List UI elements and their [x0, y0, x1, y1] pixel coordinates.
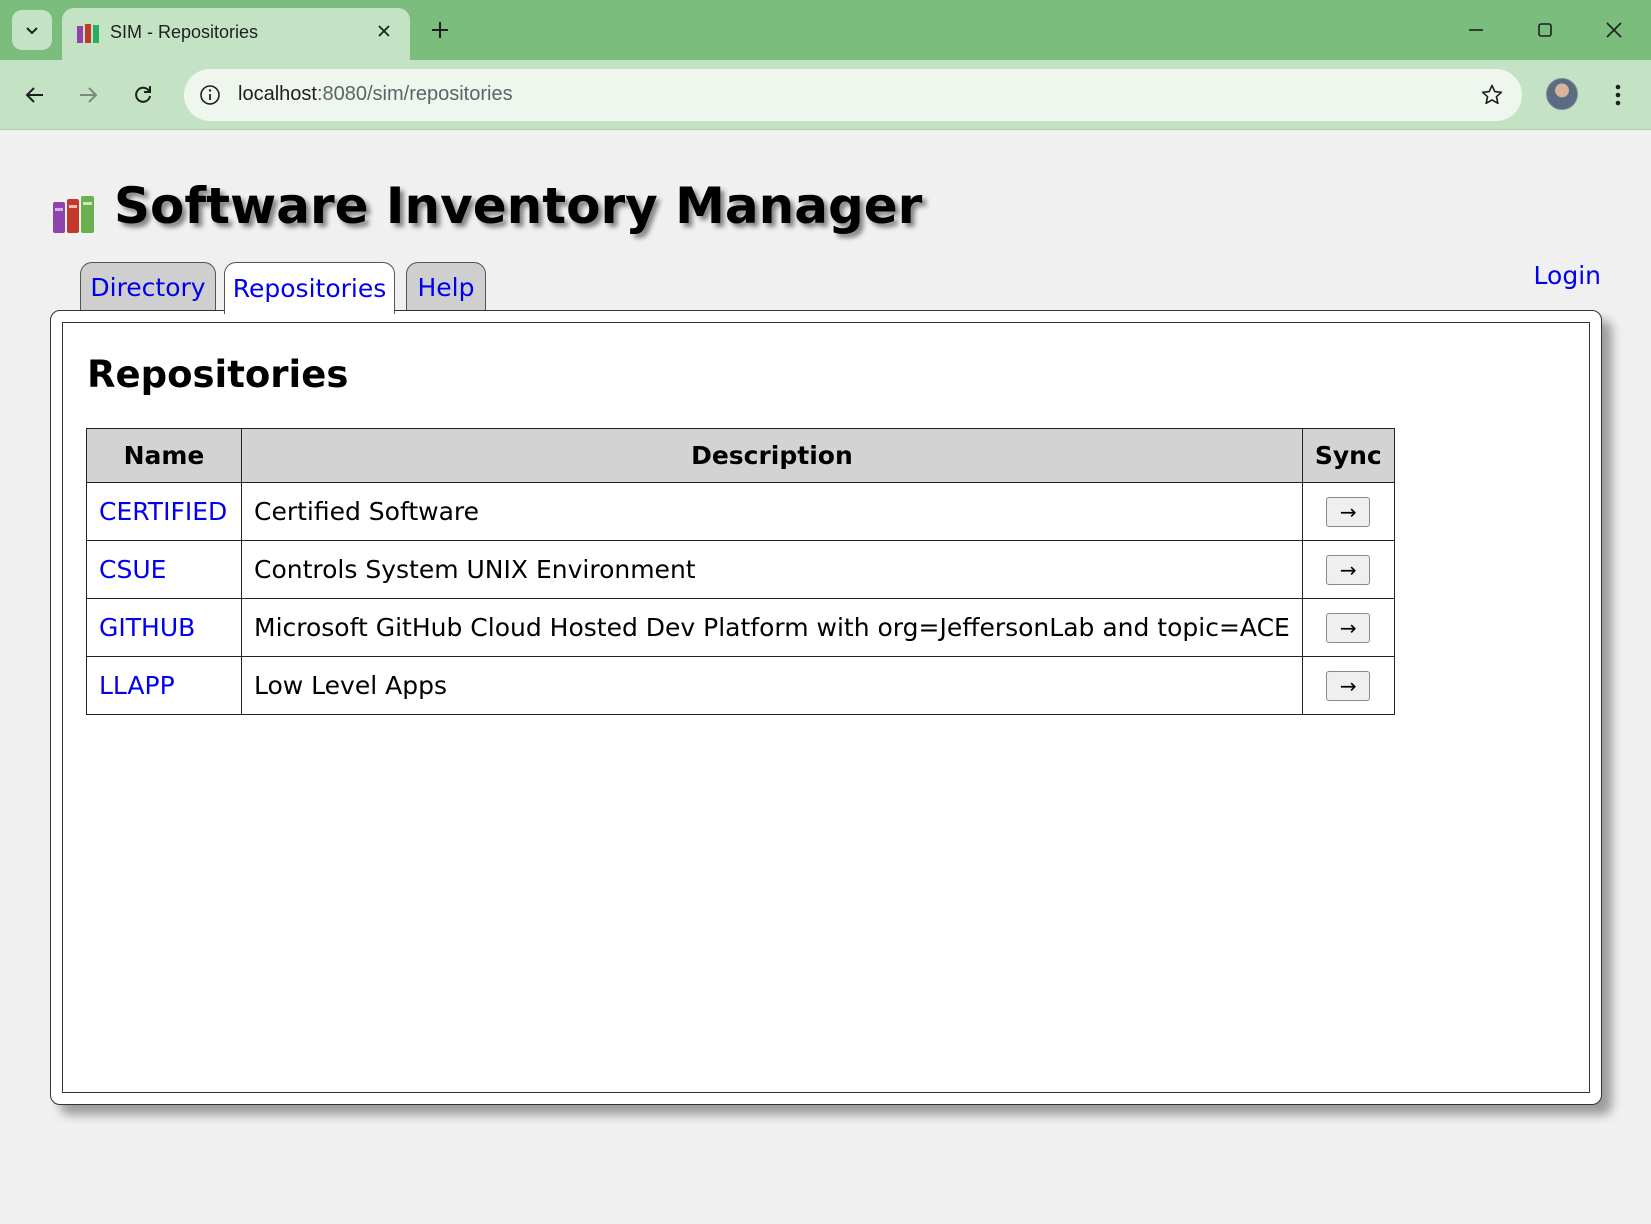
repo-link[interactable]: CERTIFIED [99, 497, 227, 526]
repo-link[interactable]: CSUE [99, 555, 166, 584]
url-path: :8080/sim/repositories [316, 83, 513, 105]
table-row: LLAPP Low Level Apps → [86, 656, 1395, 715]
browser-toolbar: localhost:8080/sim/repositories [0, 60, 1651, 130]
minimize-icon [1469, 29, 1483, 31]
sync-button[interactable]: → [1326, 613, 1371, 643]
repo-name-cell: LLAPP [86, 656, 242, 715]
table-header-row: Name Description Sync [86, 428, 1395, 483]
page-viewport: Software Inventory Manager Login Directo… [0, 131, 1651, 1224]
url-host: localhost [238, 83, 317, 105]
sync-cell: → [1301, 540, 1395, 599]
bookmark-star-icon[interactable] [1478, 81, 1506, 109]
column-header-description: Description [241, 428, 1303, 483]
chevron-down-icon [26, 27, 38, 35]
books-icon [53, 196, 94, 233]
reload-icon [135, 86, 151, 103]
browser-tab-title: SIM - Repositories [110, 22, 259, 42]
table-row: GITHUB Microsoft GitHub Cloud Hosted Dev… [86, 598, 1395, 657]
content-frame: Repositories Name Description Sync CERTI… [50, 310, 1602, 1105]
tab-directory[interactable]: Directory [80, 262, 216, 312]
books-icon [77, 24, 99, 43]
table-row: CERTIFIED Certified Software → [86, 482, 1395, 541]
column-header-name: Name [86, 428, 242, 483]
repo-description: Certified Software [241, 482, 1303, 541]
sync-button[interactable]: → [1326, 671, 1371, 701]
repo-name-cell: GITHUB [86, 598, 242, 657]
repo-description: Controls System UNIX Environment [241, 540, 1303, 599]
minimize-button[interactable] [1454, 10, 1498, 50]
close-icon [1606, 22, 1622, 38]
address-bar[interactable]: localhost:8080/sim/repositories [184, 69, 1522, 121]
maximize-icon [1538, 23, 1552, 37]
repo-name-cell: CSUE [86, 540, 242, 599]
repo-link[interactable]: LLAPP [99, 671, 175, 700]
site-title: Software Inventory Manager [114, 177, 923, 235]
tab-search-button[interactable] [12, 10, 52, 50]
forward-button[interactable] [70, 77, 106, 113]
column-header-sync: Sync [1301, 428, 1395, 483]
close-tab-icon[interactable] [372, 19, 396, 43]
sync-button[interactable]: → [1326, 555, 1371, 585]
table-row: CSUE Controls System UNIX Environment → [86, 540, 1395, 599]
close-window-button[interactable] [1592, 10, 1636, 50]
content-panel: Repositories Name Description Sync CERTI… [62, 322, 1590, 1093]
repositories-table: Name Description Sync CERTIFIED Certifie… [86, 428, 1395, 715]
repo-description: Microsoft GitHub Cloud Hosted Dev Platfo… [241, 598, 1303, 657]
maximize-button[interactable] [1523, 10, 1567, 50]
login-link[interactable]: Login [1534, 261, 1601, 290]
plus-icon [432, 22, 448, 38]
url-text: localhost:8080/sim/repositories [238, 83, 513, 106]
new-tab-button[interactable] [424, 14, 456, 46]
tab-repositories[interactable]: Repositories [224, 262, 395, 314]
repo-name-cell: CERTIFIED [86, 482, 242, 541]
sync-cell: → [1301, 482, 1395, 541]
site-info-icon[interactable] [196, 81, 224, 109]
tab-help[interactable]: Help [406, 262, 486, 312]
browser-menu-button[interactable] [1600, 77, 1636, 113]
more-vert-icon [1615, 84, 1621, 106]
profile-avatar[interactable] [1546, 78, 1578, 110]
browser-titlebar: SIM - Repositories [0, 0, 1651, 60]
browser-tab[interactable]: SIM - Repositories [62, 8, 410, 60]
repo-link[interactable]: GITHUB [99, 613, 195, 642]
back-button[interactable] [17, 77, 53, 113]
repo-description: Low Level Apps [241, 656, 1303, 715]
page-heading: Repositories [87, 353, 349, 396]
forward-arrow-icon [80, 87, 98, 103]
reload-button[interactable] [125, 77, 161, 113]
back-arrow-icon [25, 87, 43, 103]
sync-cell: → [1301, 656, 1395, 715]
sync-cell: → [1301, 598, 1395, 657]
sync-button[interactable]: → [1326, 497, 1371, 527]
